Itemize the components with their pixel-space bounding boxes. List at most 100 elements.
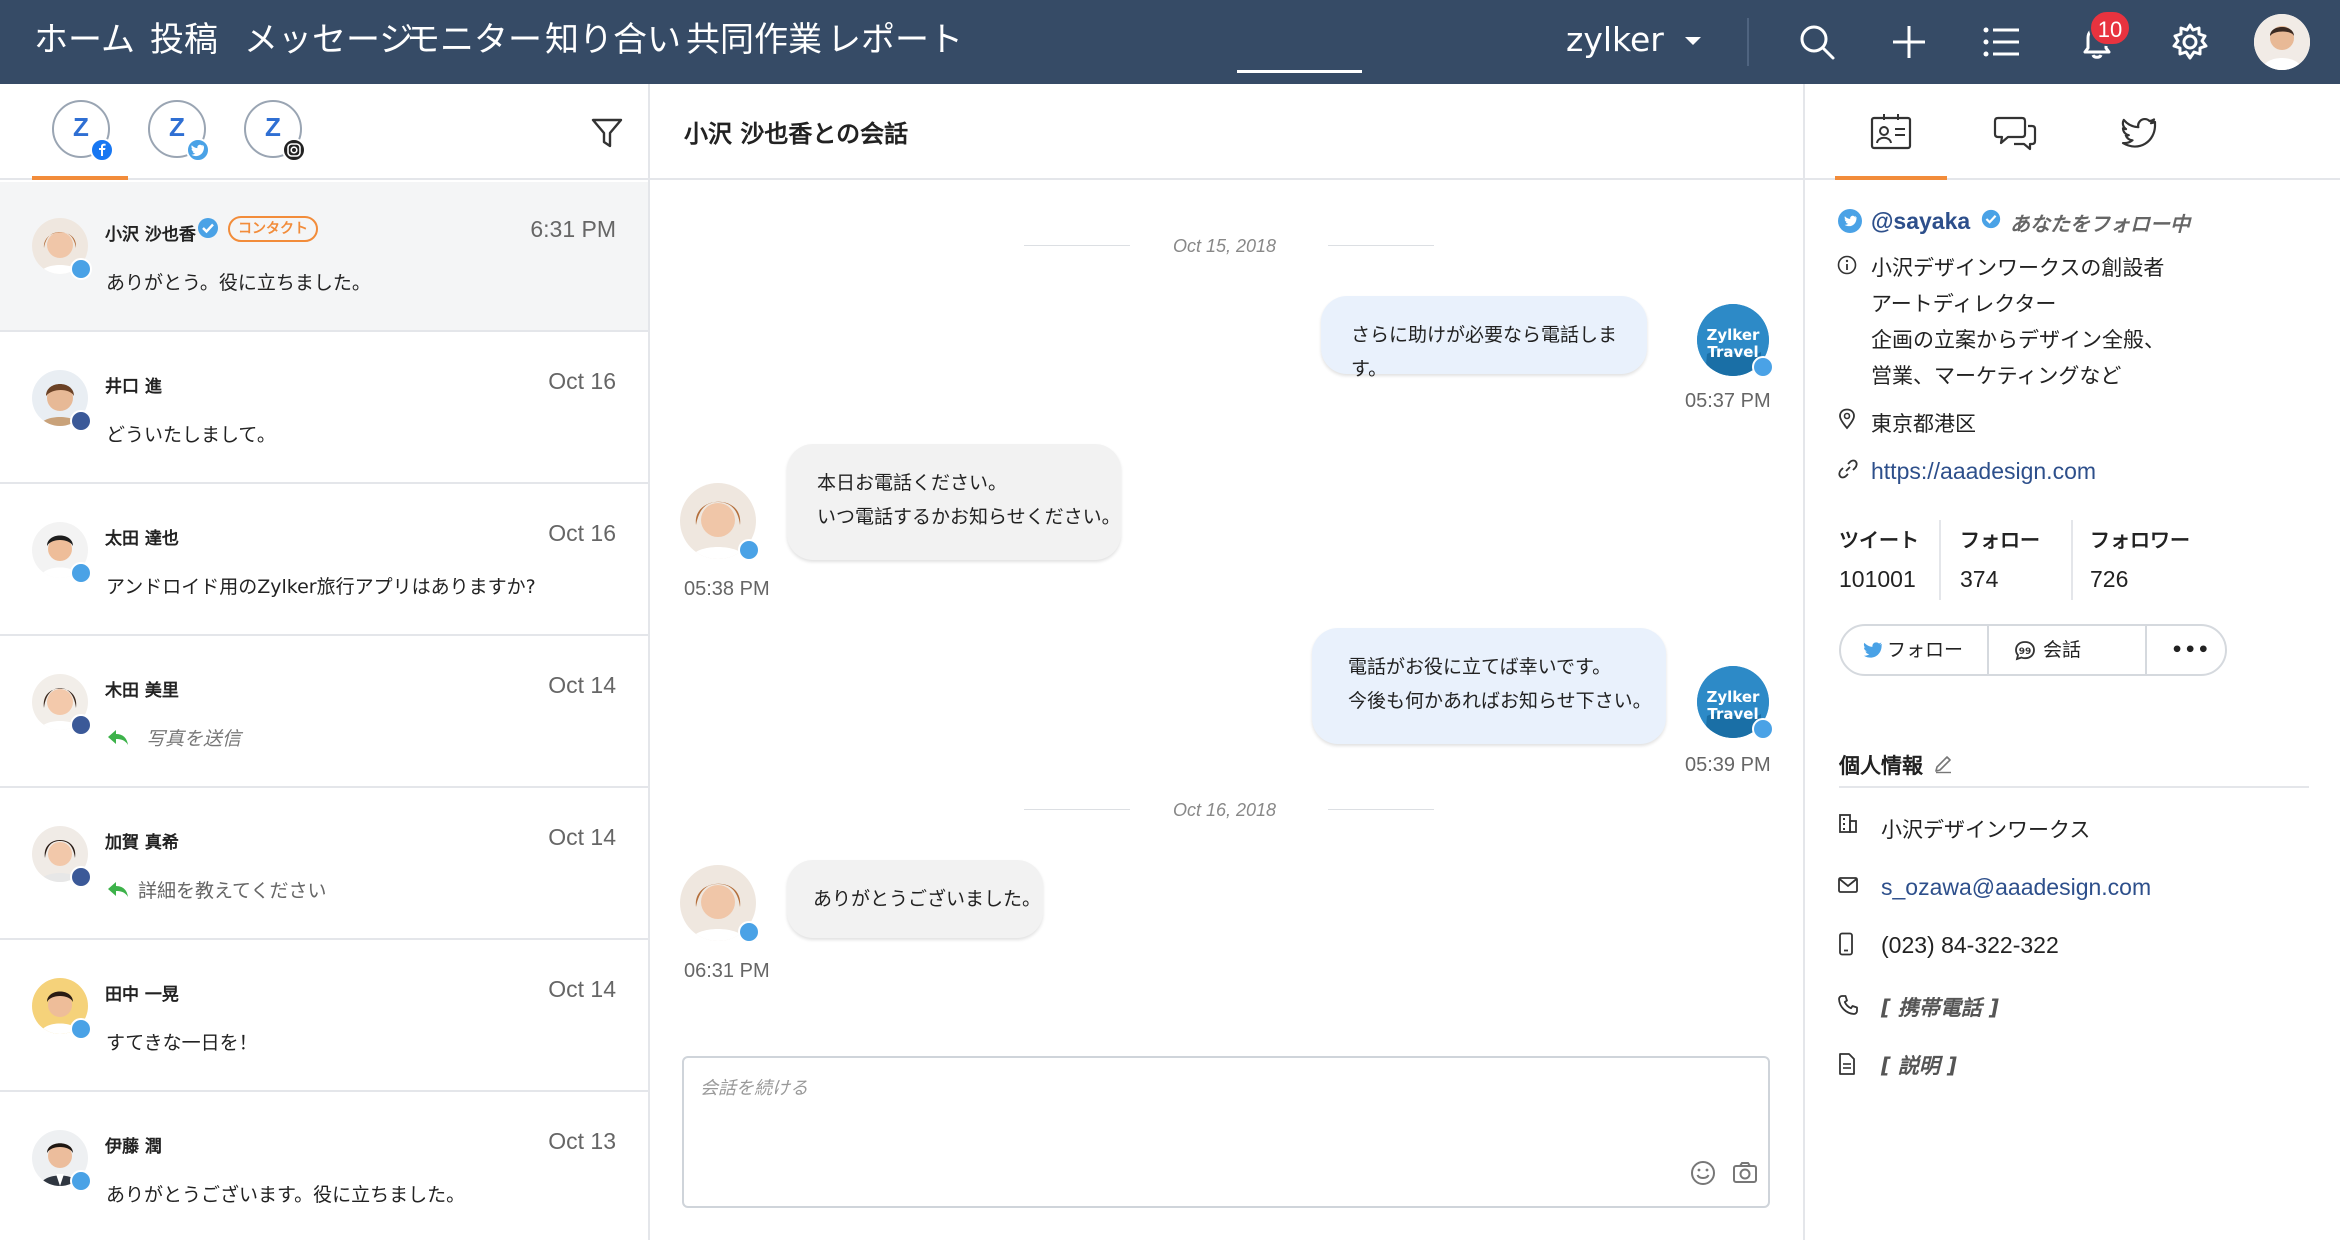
reply-icon: [108, 882, 128, 897]
message-composer[interactable]: 会話を続ける: [682, 1056, 1770, 1208]
date-divider-line: [1328, 245, 1434, 246]
gear-icon[interactable]: [2168, 20, 2212, 64]
camera-icon[interactable]: [1730, 1158, 1760, 1188]
contact-name: 田中 一晃: [105, 985, 179, 1005]
link-icon: [1838, 459, 1858, 479]
conversation-preview: アンドロイド用のZylker旅行アプリはありますか?: [106, 576, 536, 598]
twitter-icon: [70, 258, 92, 280]
twitter-icon: [70, 562, 92, 584]
description-placeholder[interactable]: [ 説明 ]: [1881, 1050, 1957, 1080]
twitter-icon: [1752, 356, 1774, 378]
action-divider: [1987, 626, 1989, 674]
twitter-icon: [738, 921, 760, 943]
message-time: 06:31 PM: [684, 960, 770, 982]
contact-tag-badge: コンタクト: [228, 216, 318, 242]
conversation-time: Oct 13: [548, 1128, 616, 1154]
mobile-phone-icon: [1839, 932, 1853, 956]
twitter-icon: [1752, 718, 1774, 740]
location: 東京都港区: [1871, 412, 1976, 436]
bio-line: 営業、マーケティングなど: [1871, 364, 2122, 388]
facebook-icon: [70, 410, 92, 432]
bio-line: 企画の立案からデザイン全般、: [1871, 328, 2165, 352]
conversation-preview: ありがとう。役に立ちました。: [106, 272, 371, 294]
conversation-preview: どういたしまして。: [106, 424, 276, 446]
tab-twitter-account[interactable]: Z: [148, 100, 210, 162]
filter-icon[interactable]: [590, 116, 624, 150]
building-icon: [1839, 814, 1857, 833]
search-icon[interactable]: [1795, 20, 1839, 64]
message-text: 本日お電話ください。: [817, 472, 1008, 494]
more-options-button[interactable]: •••: [2171, 626, 2210, 674]
nav-divider: [1747, 18, 1749, 66]
chat-label: 会話: [2043, 639, 2082, 661]
contact-name: 井口 進: [105, 377, 162, 397]
conversation-time: Oct 16: [548, 520, 616, 546]
contact-details-panel: @sayaka あなたをフォロー中 小沢デザインワークスの創設者 アートディレク…: [1803, 84, 2340, 1240]
nav-monitor[interactable]: モニター: [406, 0, 542, 84]
stat-value-following: 374: [1960, 566, 1999, 592]
verified-icon: [198, 218, 218, 238]
edit-pencil-icon[interactable]: [1933, 754, 1953, 774]
nav-posts[interactable]: 投稿: [150, 0, 218, 84]
stat-value-followers: 726: [2090, 566, 2129, 592]
stat-divider: [2071, 520, 2073, 600]
nav-collaboration[interactable]: 共同作業: [686, 0, 822, 84]
user-avatar[interactable]: [2254, 14, 2310, 70]
conversation-time: Oct 16: [548, 368, 616, 394]
stat-label-following: フォロー: [1960, 528, 2040, 552]
conversation-preview: すてきな一日を！: [106, 1032, 258, 1054]
account-tabs: Z Z Z: [0, 84, 648, 180]
date-divider: Oct 15, 2018: [1173, 236, 1277, 256]
nav-home[interactable]: ホーム: [34, 0, 135, 84]
nav-messages[interactable]: メッセージ: [244, 0, 413, 84]
chevron-down-icon: [1685, 36, 1702, 45]
website-link[interactable]: https://aaadesign.com: [1871, 458, 2096, 485]
plus-icon[interactable]: [1887, 20, 1931, 64]
message-text: ありがとうございました。: [813, 888, 1042, 910]
emoji-icon[interactable]: [1688, 1158, 1718, 1188]
contact-name: 木田 美里: [105, 681, 179, 701]
active-tab-underline: [1835, 176, 1947, 180]
contact-name: 小沢 沙也香: [105, 225, 196, 245]
email-link[interactable]: s_ozawa@aaadesign.com: [1881, 874, 2151, 901]
tab-facebook-account[interactable]: Z: [52, 100, 114, 162]
conversation-item[interactable]: 小沢 沙也香 コンタクト 6:31 PM ありがとう。役に立ちました。: [0, 182, 648, 332]
personal-info-title: 個人情報: [1839, 754, 1923, 778]
twitter-icon: [70, 1018, 92, 1040]
twitter-handle[interactable]: @sayaka: [1871, 208, 1970, 235]
active-tab-underline: [32, 176, 128, 180]
profile-action-group: フォロー 99 会話 •••: [1839, 624, 2227, 676]
conversation-item[interactable]: 加賀 真希 Oct 14 詳細を教えてください: [0, 790, 648, 940]
conversation-item[interactable]: 伊藤 潤 Oct 13 ありがとうございます。役に立ちました。: [0, 1094, 648, 1244]
conversation-item[interactable]: 太田 達也 Oct 16 アンドロイド用のZylker旅行アプリはありますか?: [0, 486, 648, 636]
brand-avatar-text: Travel: [1707, 705, 1758, 723]
nav-connections[interactable]: 知り合い: [545, 0, 681, 84]
message-time: 05:39 PM: [1685, 754, 1771, 776]
list-icon[interactable]: [1979, 20, 2023, 64]
active-nav-underline: [1237, 70, 1362, 73]
chat-bubbles-icon[interactable]: [1992, 110, 2038, 156]
follow-button[interactable]: フォロー: [1861, 626, 1963, 674]
brand-name: zylker: [1566, 20, 1664, 59]
composer-placeholder: 会話を続ける: [700, 1078, 808, 1099]
incoming-message-bubble: 本日お電話ください。 いつ電話するかお知らせください。: [787, 444, 1121, 560]
brand-avatar-text: Zylker: [1707, 688, 1761, 706]
message-time: 05:37 PM: [1685, 390, 1771, 412]
chat-button[interactable]: 99 会話: [2013, 626, 2081, 674]
conversation-item[interactable]: 田中 一晃 Oct 14 すてきな一日を！: [0, 942, 648, 1092]
top-navigation-bar: ホーム 投稿 メッセージ モニター 知り合い 共同作業 レポート zylker …: [0, 0, 2340, 84]
contact-card-icon[interactable]: [1868, 110, 1914, 156]
conversation-panel: 小沢 沙也香との会話 Oct 15, 2018 さらに助けが必要なら電話します。…: [650, 84, 1803, 1240]
twitter-icon[interactable]: [2115, 110, 2161, 156]
conversation-item[interactable]: 木田 美里 Oct 14 写真を送信: [0, 638, 648, 788]
date-divider: Oct 16, 2018: [1173, 800, 1277, 820]
conversation-title: 小沢 沙也香との会話: [684, 120, 909, 148]
company-name: 小沢デザインワークス: [1881, 818, 2091, 842]
mobile-phone-placeholder[interactable]: [ 携帯電話 ]: [1881, 992, 1999, 1022]
twitter-icon: [1838, 209, 1862, 233]
conversation-preview: 写真を送信: [146, 728, 242, 750]
tab-instagram-account[interactable]: Z: [244, 100, 306, 162]
nav-reports[interactable]: レポート: [827, 0, 963, 84]
conversation-item[interactable]: 井口 進 Oct 16 どういたしまして。: [0, 334, 648, 484]
brand-switcher[interactable]: zylker: [1566, 0, 1702, 84]
